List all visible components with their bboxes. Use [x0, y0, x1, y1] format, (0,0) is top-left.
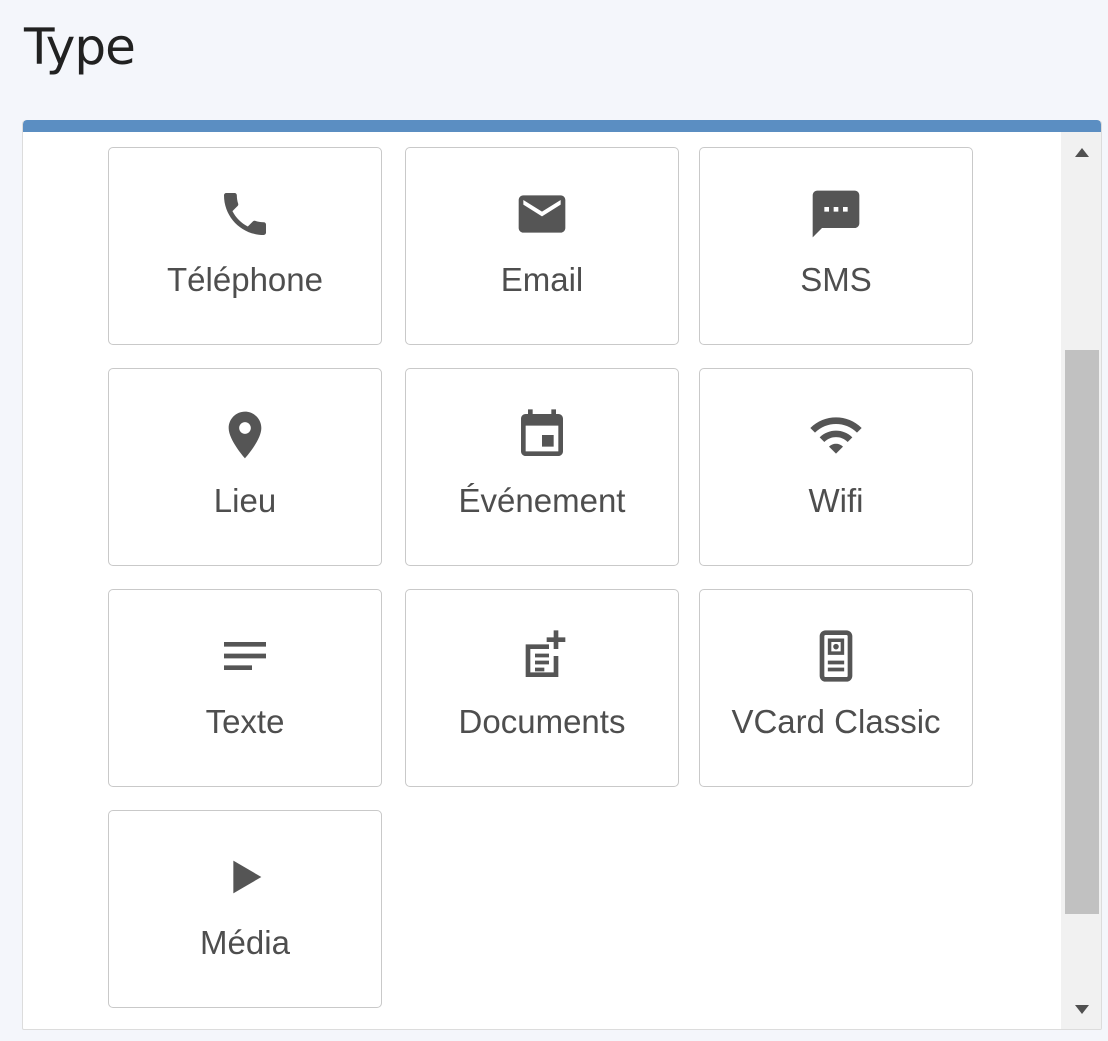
type-tile-media[interactable]: Média [108, 810, 382, 1008]
scroll-down-button[interactable] [1061, 989, 1101, 1029]
type-tile-documents[interactable]: Documents [405, 589, 679, 787]
type-tile-label: Email [500, 261, 584, 298]
email-icon [406, 186, 678, 242]
contact-card-icon [700, 628, 972, 684]
phone-icon [109, 186, 381, 242]
type-tile-email[interactable]: Email [405, 147, 679, 345]
type-tile-wifi[interactable]: Wifi [699, 368, 973, 566]
type-tile-texte[interactable]: Texte [108, 589, 382, 787]
calendar-event-icon [406, 407, 678, 463]
location-pin-icon [109, 407, 381, 463]
document-add-icon [406, 628, 678, 684]
type-tile-label: SMS [800, 261, 872, 298]
type-tile-label: Wifi [808, 482, 864, 519]
type-tile-evenement[interactable]: Événement [405, 368, 679, 566]
scrollbar-thumb[interactable] [1065, 350, 1099, 914]
type-tile-label: Média [200, 924, 290, 961]
type-tile-label: Documents [458, 703, 626, 740]
section-title: Type [24, 18, 136, 76]
play-icon [109, 849, 381, 905]
sms-icon [700, 186, 972, 242]
text-lines-icon [109, 628, 381, 684]
type-tile-label: Texte [205, 703, 285, 740]
type-tile-lieu[interactable]: Lieu [108, 368, 382, 566]
type-tile-vcard-classic[interactable]: VCard Classic [699, 589, 973, 787]
arrow-down-icon [1074, 1004, 1089, 1014]
type-tile-label: Téléphone [167, 261, 323, 298]
wifi-icon [700, 407, 972, 463]
scroll-up-button[interactable] [1061, 132, 1101, 172]
type-grid: Téléphone Email SMS Lieu Événement Wifi … [23, 132, 1061, 1029]
type-panel: Téléphone Email SMS Lieu Événement Wifi … [22, 120, 1102, 1030]
type-tile-label: Lieu [213, 482, 277, 519]
type-tile-label: Événement [458, 482, 626, 519]
type-tile-telephone[interactable]: Téléphone [108, 147, 382, 345]
type-tile-sms[interactable]: SMS [699, 147, 973, 345]
arrow-up-icon [1074, 147, 1089, 157]
vertical-scrollbar[interactable] [1061, 132, 1101, 1029]
type-tile-label: VCard Classic [731, 703, 941, 740]
panel-accent-bar [23, 120, 1101, 132]
